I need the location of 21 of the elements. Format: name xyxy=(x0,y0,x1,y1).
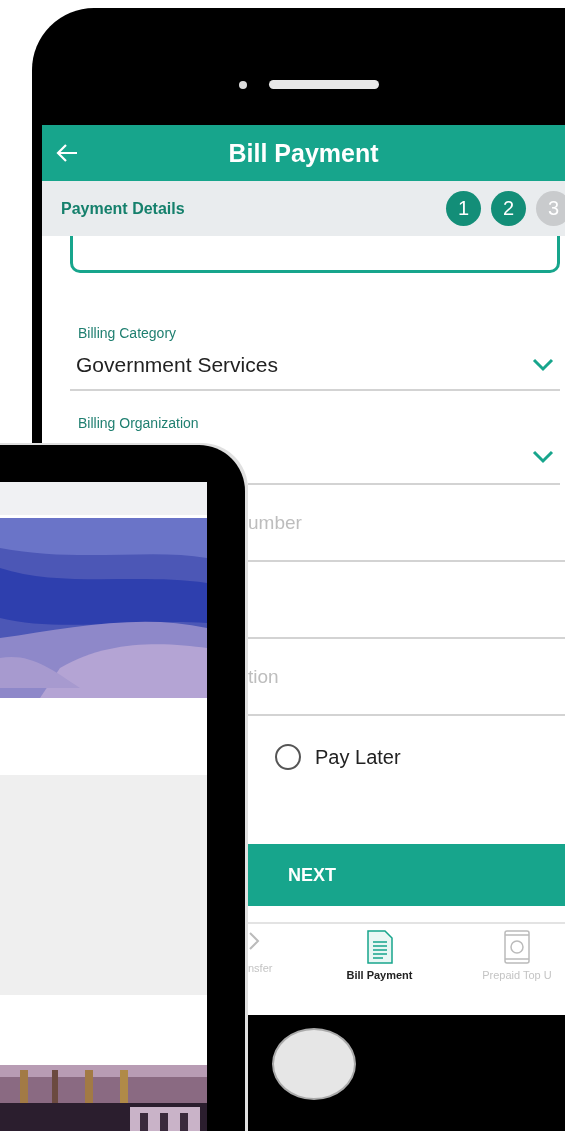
document-icon xyxy=(366,930,393,964)
nav-tab[interactable]: nsfer xyxy=(248,930,273,974)
nav-tab[interactable]: Bill Payment xyxy=(327,930,432,981)
camera-dot xyxy=(239,80,247,89)
next-button[interactable]: NEXT xyxy=(248,844,565,906)
screen-title: Bill Payment xyxy=(227,138,380,168)
nav-tab[interactable]: Prepaid Top U xyxy=(467,930,565,981)
section-title: Payment Details xyxy=(61,199,185,218)
dropdown-field[interactable]: Government Services xyxy=(70,341,560,391)
back-arrow-icon[interactable] xyxy=(56,143,78,163)
step-indicator: 1 xyxy=(446,191,481,226)
chevron-right-icon xyxy=(248,930,260,952)
radio-button[interactable] xyxy=(275,744,301,770)
phone-icon xyxy=(504,930,530,964)
field-value: Government Services xyxy=(76,353,278,377)
field-label: Billing Organization xyxy=(77,415,200,431)
radio-label: Pay Later xyxy=(315,745,401,769)
step-indicator: 2 xyxy=(491,191,526,226)
chevron-down-icon xyxy=(532,358,554,372)
chevron-down-icon xyxy=(532,450,554,464)
field-label: Billing Category xyxy=(77,325,178,341)
